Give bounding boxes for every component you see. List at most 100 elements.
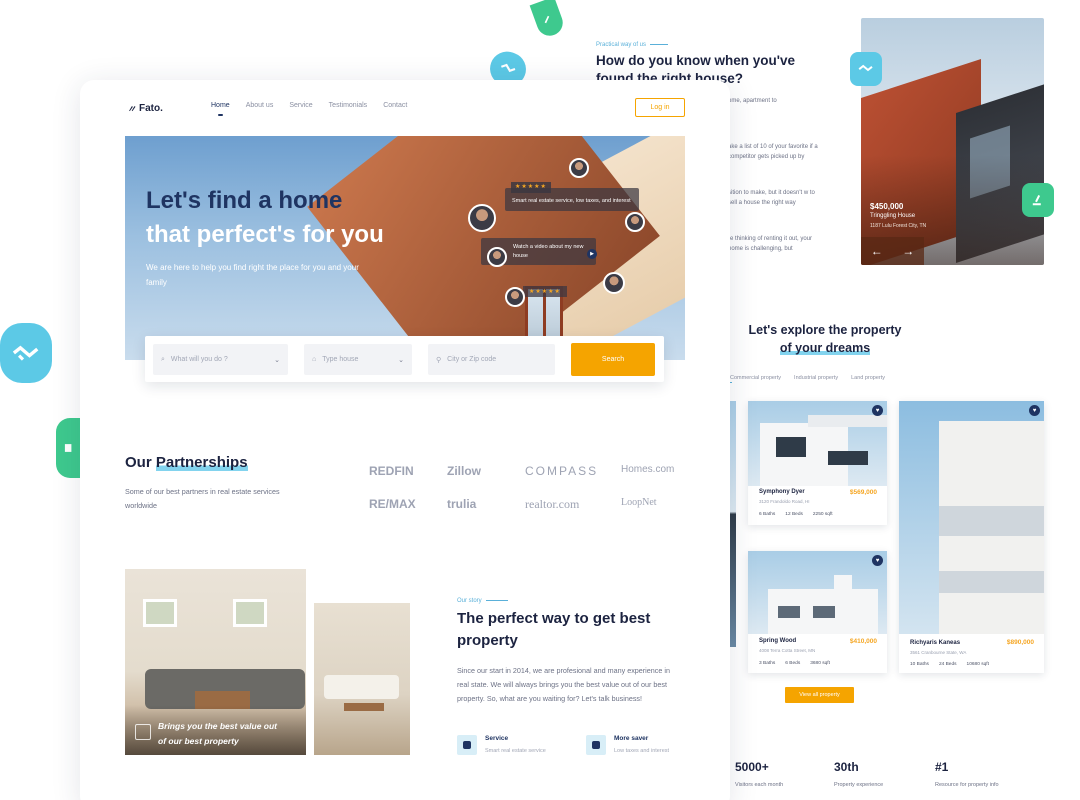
- property-tabs: Commercial property Industrial property …: [730, 375, 885, 381]
- tab-land[interactable]: Land property: [851, 375, 885, 381]
- bed-count: 12 Beds: [785, 512, 803, 517]
- user-avatar: [569, 158, 589, 178]
- property-address: 3561 Cranbourne State, WA: [910, 650, 967, 655]
- property-specs: 10 Baths 24 Beds 10680 sqft: [910, 662, 989, 667]
- favorite-heart-icon[interactable]: ♥: [872, 555, 883, 566]
- main-nav: Home About us Service Testimonials Conta…: [211, 102, 407, 116]
- search-icon: ⌕: [161, 355, 165, 363]
- partner-logo-zillow: Zillow: [447, 464, 481, 478]
- area-size: 3680 sqft: [810, 661, 830, 666]
- hero-banner: Let's find a home that perfect's for you…: [125, 136, 685, 360]
- area-size: 2250 sqft: [812, 512, 833, 517]
- search-button[interactable]: Search: [571, 343, 655, 376]
- home-icon: ⌂: [312, 356, 317, 363]
- tab-commercial[interactable]: Commercial property: [730, 375, 781, 381]
- handshake-tag-icon: [0, 323, 52, 383]
- floorplan-icon: [135, 724, 151, 740]
- handshake-icon: [501, 63, 516, 72]
- nav-testimonials[interactable]: Testimonials: [329, 102, 368, 109]
- user-avatar: [487, 247, 507, 267]
- arrow-right-icon[interactable]: →: [902, 244, 914, 258]
- building-tag-icon: [56, 418, 82, 478]
- front-page: 〃 Fato. Home About us Service Testimonia…: [80, 80, 730, 800]
- partnerships-heading: Our Partnerships: [125, 454, 248, 471]
- property-price: $569,000: [849, 489, 877, 496]
- paragraph-snippet: re thinking of renting it out, your home…: [728, 236, 813, 253]
- hero-title: Let's find a home that perfect's for you: [146, 187, 384, 248]
- property-price: $890,000: [1006, 639, 1034, 646]
- feature-saver: More saver Low taxes and interest: [586, 735, 669, 755]
- wallet-icon: [586, 735, 606, 755]
- rating-stars: ★★★★★: [511, 182, 551, 194]
- nav-about[interactable]: About us: [246, 102, 274, 109]
- property-specs: 3 Baths 6 Beds 3680 sqft: [759, 661, 830, 666]
- handshake-icon: [858, 64, 874, 72]
- hero-subtitle: We are here to help you find right the p…: [146, 263, 359, 288]
- nav-home[interactable]: Home: [211, 102, 230, 116]
- favorite-heart-icon[interactable]: ♥: [1029, 405, 1040, 416]
- key-tag-icon: [1022, 183, 1054, 217]
- partner-logo-trulia: trulia: [447, 497, 477, 511]
- property-name: Richyaris Kaneas: [910, 640, 961, 646]
- bed-count: 24 Beds: [938, 662, 957, 667]
- partner-logo-remax: RE/MAX: [369, 497, 416, 511]
- bath-count: 3 Baths: [759, 661, 776, 666]
- partner-logo-redfin: REDFIN: [369, 464, 414, 478]
- property-card[interactable]: ♥ Richyaris Kaneas $890,000 3561 Cranbou…: [899, 401, 1044, 673]
- living-room-photo: Brings you the best value out of our bes…: [125, 569, 306, 755]
- story-eyebrow: Our story: [457, 598, 508, 604]
- review-bubble: ★★★★★ Smart real estate service, low tax…: [505, 182, 639, 211]
- activity-select[interactable]: ⌕ What will you do ? ⌄: [153, 344, 288, 375]
- property-address: 4008 Terra Cotta Street, MN: [759, 648, 816, 653]
- brand-logo[interactable]: 〃 Fato.: [127, 102, 163, 115]
- paragraph-snippet: ome, apartment to: [728, 98, 777, 104]
- building-icon: [65, 444, 72, 452]
- login-button[interactable]: Log in: [635, 98, 685, 117]
- paragraph-snippet: sition to make, but it doesn't w to sell…: [728, 190, 815, 207]
- area-size: 10680 sqft: [966, 662, 989, 667]
- city-zip-input[interactable]: ⚲ City or Zip code: [428, 344, 555, 375]
- property-card[interactable]: ♥ Symphony Dyer $569,000 3120 Frandoldo …: [748, 401, 887, 525]
- hand-key-icon: [1033, 194, 1042, 205]
- favorite-heart-icon[interactable]: ♥: [872, 405, 883, 416]
- logo-mark-icon: 〃: [127, 104, 137, 114]
- explore-heading: Let's explore the property of your dream…: [748, 323, 902, 355]
- nav-contact[interactable]: Contact: [383, 102, 407, 109]
- view-all-button[interactable]: View all property: [785, 687, 854, 703]
- partner-logo-loopnet: LoopNet: [621, 497, 657, 508]
- featured-name: Tringgling House: [870, 213, 916, 219]
- carousel-nav: ← →: [861, 237, 924, 265]
- arrow-left-icon[interactable]: ←: [871, 244, 883, 258]
- handshake-tag-icon: [850, 52, 882, 86]
- location-pin-icon: ⚲: [436, 356, 442, 364]
- partnerships-subtitle: Some of our best partners in real estate…: [125, 487, 280, 510]
- user-avatar: [468, 204, 496, 232]
- lounge-photo: [314, 603, 410, 755]
- tab-industrial[interactable]: Industrial property: [794, 375, 838, 381]
- user-avatar: [625, 212, 645, 232]
- house-type-select[interactable]: ⌂ Type house ⌄: [304, 344, 412, 375]
- gear-icon: [457, 735, 477, 755]
- property-price: $410,000: [849, 638, 877, 645]
- property-name: Symphony Dyer: [759, 489, 805, 495]
- property-name: Spring Wood: [759, 638, 797, 644]
- search-bar: ⌕ What will you do ? ⌄ ⌂ Type house ⌄ ⚲ …: [145, 336, 664, 382]
- featured-address: 1187 Lulu Forest City, TN: [870, 223, 927, 229]
- rating-stars: ★★★★★: [523, 286, 567, 297]
- property-card[interactable]: ♥ Spring Wood $410,000 4008 Terra Cotta …: [748, 551, 887, 673]
- stat-item: 30th Property experience: [834, 760, 884, 788]
- property-address: 3120 Frandoldo Road, HI: [759, 499, 810, 504]
- user-avatar: [603, 272, 625, 294]
- property-specs: 6 Baths 12 Beds 2250 sqft: [759, 512, 833, 517]
- nav-service[interactable]: Service: [289, 102, 312, 109]
- play-icon[interactable]: ▶: [587, 249, 597, 259]
- featured-price: $450,000: [870, 202, 904, 211]
- chevron-down-icon: ⌄: [274, 356, 280, 364]
- user-avatar: [505, 287, 525, 307]
- photo-caption: Brings you the best value out of our bes…: [158, 721, 278, 747]
- partner-logo-realtor: realtor.com: [525, 497, 580, 511]
- featured-property-card[interactable]: $450,000 Tringgling House 1187 Lulu Fore…: [861, 18, 1044, 265]
- stat-item: 5000+ Visitors each month: [735, 760, 784, 788]
- stat-item: #1 Resource for property info: [935, 760, 999, 788]
- partner-logo-compass: COMPASS: [525, 464, 599, 478]
